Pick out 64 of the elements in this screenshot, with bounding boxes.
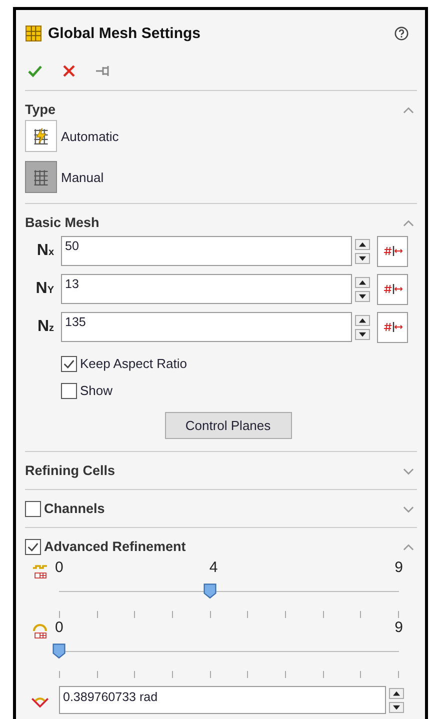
section-title[interactable]: Type (25, 102, 403, 117)
mesh-type-label: Manual (61, 170, 104, 184)
checkbox-label: Show (80, 383, 113, 398)
mesh-type-button[interactable] (25, 120, 57, 152)
spin-up-button[interactable] (389, 688, 404, 698)
cell-count-field[interactable]: 13 (61, 274, 352, 304)
slider-thumb[interactable] (202, 583, 217, 599)
mesh-type-label: Automatic (61, 128, 119, 144)
slider-max-label: 9 (394, 559, 403, 577)
slider-max-label: 9 (394, 619, 403, 637)
down-triangle-icon (393, 704, 400, 710)
spin-down-button[interactable] (355, 290, 370, 302)
angle-field[interactable]: 0.389760733 rad (59, 686, 386, 714)
control-planes-button[interactable]: Control Planes (164, 412, 292, 439)
chevron-icon[interactable] (403, 504, 414, 512)
curvature-level-icon (31, 623, 49, 639)
hash-arrow-icon (382, 283, 402, 295)
section-title[interactable]: Basic Mesh (25, 215, 403, 230)
ok-check-icon[interactable] (27, 63, 43, 79)
down-triangle-icon (359, 294, 366, 298)
slider-value-label: 4 (209, 559, 218, 577)
checkbox-label: Keep Aspect Ratio (80, 356, 187, 371)
mesh-grid-icon (32, 168, 50, 186)
spin-down-button[interactable] (355, 252, 370, 264)
cell-count-mode-button[interactable] (377, 274, 408, 304)
slider-thumb[interactable] (52, 643, 66, 659)
up-triangle-icon (359, 242, 366, 246)
spin-up-button[interactable] (355, 238, 370, 250)
spin-up-button[interactable] (355, 276, 370, 288)
mesh-icon (25, 24, 42, 42)
up-triangle-icon (393, 690, 400, 696)
section-title[interactable]: Refining Cells (25, 463, 403, 478)
hash-arrow-icon (382, 321, 402, 333)
spin-down-button[interactable] (389, 702, 404, 712)
chevron-icon[interactable] (403, 542, 414, 550)
help-icon[interactable] (394, 26, 409, 40)
cell-count-mode-button[interactable] (377, 312, 408, 342)
section-checkbox[interactable] (25, 500, 41, 516)
section-title[interactable]: Advanced Refinement (44, 539, 403, 554)
pin-icon[interactable] (95, 63, 111, 79)
down-triangle-icon (359, 256, 366, 260)
down-triangle-icon (359, 332, 366, 336)
chevron-icon[interactable] (403, 466, 414, 474)
cell-count-field[interactable]: 50 (61, 236, 352, 266)
checkbox[interactable] (61, 382, 77, 398)
chevron-icon[interactable] (403, 218, 414, 226)
slider-min-label: 0 (55, 619, 64, 637)
mesh-lightning-icon (32, 127, 50, 145)
section-title[interactable]: Channels (44, 501, 403, 516)
up-triangle-icon (359, 318, 366, 322)
chevron-icon[interactable] (403, 106, 414, 114)
cell-count-mode-button[interactable] (377, 236, 408, 266)
spin-up-button[interactable] (355, 314, 370, 326)
checkbox[interactable] (61, 356, 77, 372)
up-triangle-icon (359, 280, 366, 284)
mesh-type-button[interactable] (25, 161, 57, 193)
section-checkbox[interactable] (25, 538, 41, 554)
panel-title: Global Mesh Settings (48, 24, 202, 42)
hash-arrow-icon (382, 245, 402, 257)
cell-count-field[interactable]: 135 (61, 312, 352, 342)
close-icon[interactable] (61, 63, 77, 79)
spin-down-button[interactable] (355, 328, 370, 340)
slider-min-label: 0 (55, 559, 64, 577)
refine-level-icon (31, 563, 49, 579)
